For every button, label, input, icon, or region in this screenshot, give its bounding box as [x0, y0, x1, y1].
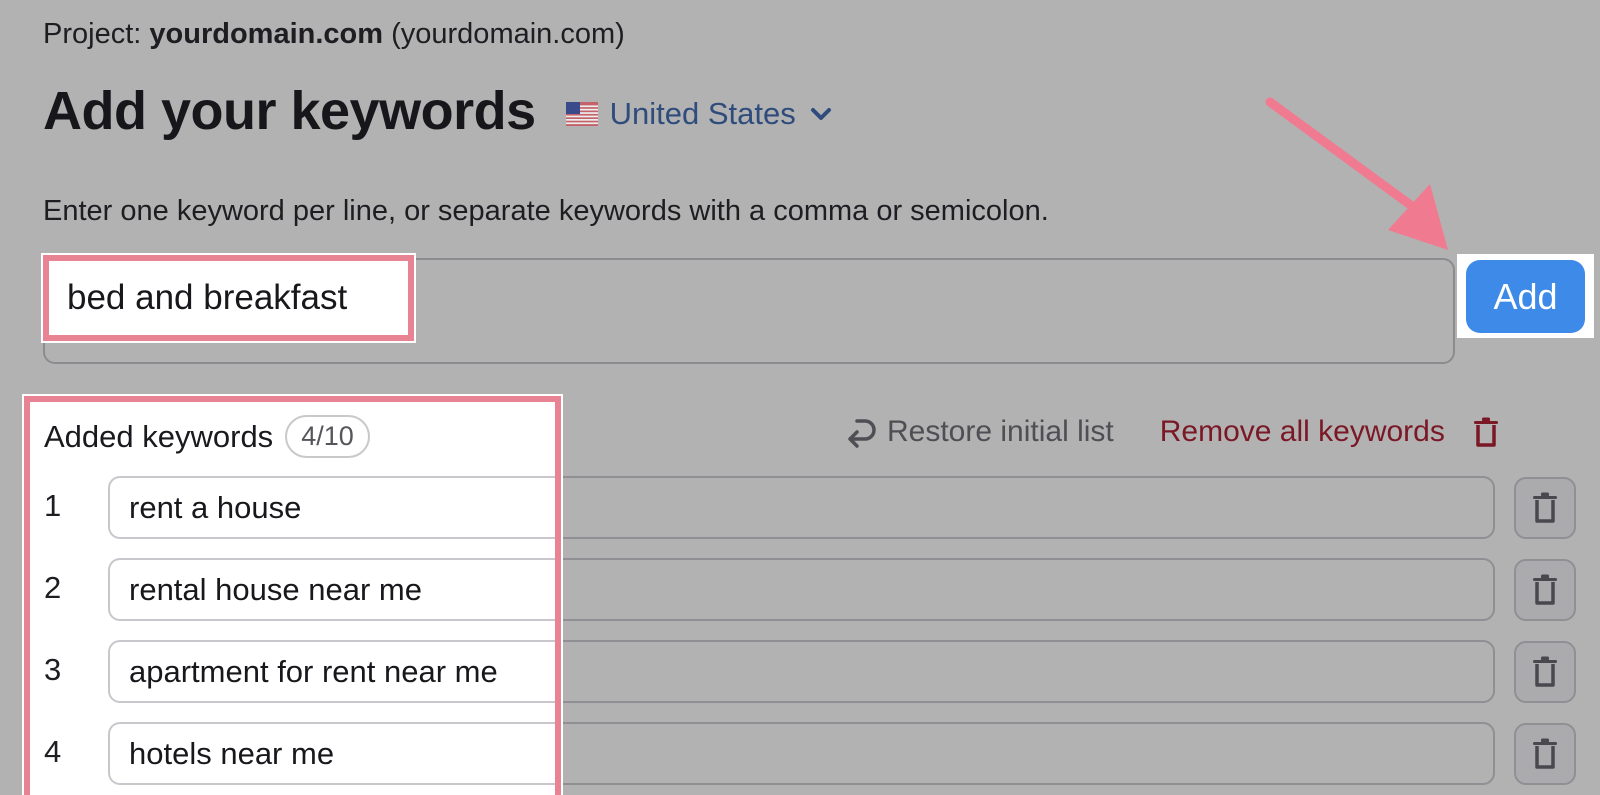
- trash-icon: [1533, 574, 1557, 605]
- keyword-row: 1 rent a house: [30, 476, 555, 540]
- keyword-row-input[interactable]: apartment for rent near me: [108, 640, 555, 703]
- country-selector[interactable]: United States: [565, 96, 832, 132]
- keyword-row-input[interactable]: hotels near me: [108, 722, 555, 785]
- keyword-entry-value[interactable]: bed and breakfast: [41, 253, 416, 343]
- instructions-text: Enter one keyword per line, or separate …: [43, 195, 1049, 227]
- add-button[interactable]: Add: [1466, 260, 1585, 333]
- keyword-row-number: 3: [44, 652, 62, 687]
- project-line: Project: yourdomain.com (yourdomain.com): [43, 18, 625, 51]
- delete-keyword-button[interactable]: [1514, 477, 1576, 539]
- restore-initial-list-button[interactable]: Restore initial list: [845, 415, 1114, 449]
- trash-icon: [1533, 492, 1557, 523]
- keyword-row: 2 rental house near me: [30, 558, 555, 622]
- page-title: Add your keywords: [43, 81, 536, 141]
- delete-keyword-button[interactable]: [1514, 559, 1576, 621]
- us-flag-icon: [565, 102, 598, 126]
- keyword-row-number: 2: [44, 570, 62, 605]
- trash-icon: [1533, 656, 1557, 687]
- added-keywords-panel: Added keywords 4/10 1 rent a house 2 ren…: [22, 394, 563, 795]
- keyword-row: 3 apartment for rent near me: [30, 640, 555, 704]
- country-label: United States: [609, 96, 796, 131]
- project-name: yourdomain.com: [149, 18, 384, 50]
- chevron-down-icon: [810, 108, 831, 120]
- project-prefix: Project:: [43, 18, 142, 50]
- keyword-row-number: 4: [44, 734, 62, 769]
- trash-icon[interactable]: [1473, 416, 1499, 448]
- restore-label: Restore initial list: [887, 415, 1114, 448]
- annotation-arrow-icon: [1265, 97, 1448, 250]
- list-toolbar: Restore initial list Remove all keywords: [845, 415, 1499, 449]
- remove-all-keywords-button[interactable]: Remove all keywords: [1160, 415, 1445, 449]
- keyword-row: 4 hotels near me: [30, 722, 555, 786]
- delete-keyword-button[interactable]: [1514, 723, 1576, 785]
- added-keywords-label: Added keywords: [44, 418, 274, 454]
- trash-icon: [1533, 738, 1557, 769]
- delete-keyword-button[interactable]: [1514, 641, 1576, 703]
- keyword-row-number: 1: [44, 488, 62, 523]
- keyword-row-input[interactable]: rental house near me: [108, 558, 555, 621]
- project-domain: (yourdomain.com): [391, 18, 625, 50]
- added-keywords-heading: Added keywords 4/10: [44, 415, 370, 458]
- keyword-row-input[interactable]: rent a house: [108, 476, 555, 539]
- undo-arrow-icon: [848, 419, 876, 448]
- title-row: Add your keywords United States: [43, 80, 832, 142]
- keyword-count-badge: 4/10: [285, 415, 370, 458]
